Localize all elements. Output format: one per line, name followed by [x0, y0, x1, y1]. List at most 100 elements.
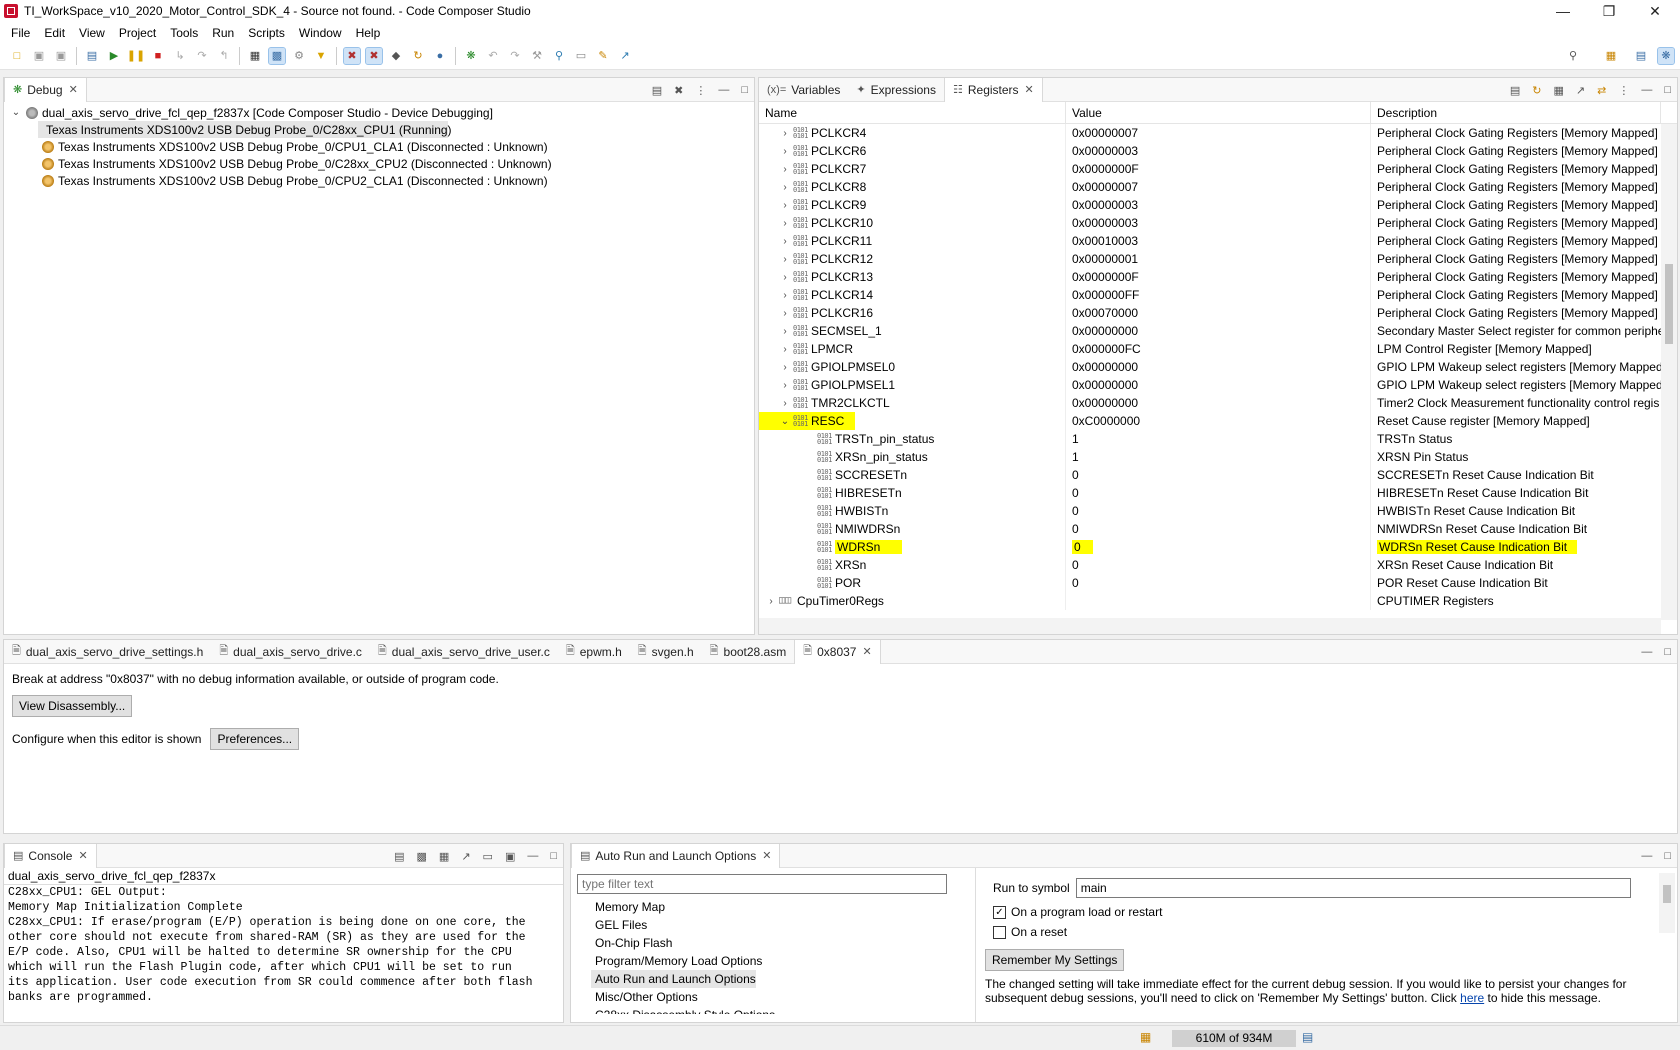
tab-registers[interactable]: ☷ Registers ✕: [943, 78, 1043, 102]
chevron-right-icon[interactable]: ›: [779, 290, 791, 301]
export-icon[interactable]: ↗: [1576, 84, 1585, 97]
word-wrap-icon[interactable]: ▦: [439, 850, 449, 863]
remember-settings-button[interactable]: Remember My Settings: [985, 949, 1125, 971]
sync-icon[interactable]: ⇄: [1597, 84, 1606, 97]
register-row[interactable]: › 0101 0101 PCLKCR14 0x000000FF Peripheral Cl…: [759, 286, 1677, 304]
register-row[interactable]: › 0101 0101 PCLKCR16 0x00070000 Peripheral Cl…: [759, 304, 1677, 322]
minimize-icon[interactable]: —: [527, 850, 538, 862]
register-value[interactable]: 0x00000001: [1066, 250, 1371, 268]
heap-status[interactable]: 610M of 934M: [1172, 1030, 1296, 1047]
view-menu-icon[interactable]: ⋮: [695, 84, 706, 97]
detail-vertical-scrollbar[interactable]: [1659, 873, 1675, 933]
tree-root[interactable]: ⌄ dual_axis_servo_drive_fcl_qep_f2837x […: [4, 104, 754, 121]
new-console-icon[interactable]: ▣: [505, 850, 515, 863]
chevron-right-icon[interactable]: ›: [779, 362, 791, 373]
step-into-icon[interactable]: ↳: [172, 48, 188, 64]
close-icon[interactable]: ✕: [1632, 0, 1678, 22]
options-category-item[interactable]: Memory Map: [571, 898, 975, 916]
register-value[interactable]: 0xC0000000: [1066, 412, 1371, 430]
maximize-icon[interactable]: □: [1664, 850, 1671, 862]
remove-all-icon[interactable]: ✖: [674, 84, 683, 97]
editor-tab[interactable]: 🗎 svgen.h: [630, 640, 702, 664]
register-value[interactable]: 0x00000003: [1066, 214, 1371, 232]
maximize-icon[interactable]: □: [1664, 646, 1671, 658]
reset-icon[interactable]: ⚙: [291, 48, 307, 64]
editor-tab[interactable]: 🗎 epwm.h: [558, 640, 630, 664]
register-value[interactable]: 0: [1066, 556, 1371, 574]
trash-icon[interactable]: ▤: [1302, 1030, 1313, 1044]
editor-tab[interactable]: 🗎 dual_axis_servo_drive.c: [211, 640, 370, 664]
close-icon[interactable]: ✕: [69, 83, 78, 96]
chevron-right-icon[interactable]: ›: [779, 128, 791, 139]
minimize-icon[interactable]: —: [1540, 0, 1586, 22]
chevron-right-icon[interactable]: ›: [779, 254, 791, 265]
register-row[interactable]: › 0101 0101 PCLKCR10 0x00000003 Peripheral Cl…: [759, 214, 1677, 232]
chevron-right-icon[interactable]: ›: [779, 398, 791, 409]
register-value[interactable]: 0x000000FF: [1066, 286, 1371, 304]
tab-debug[interactable]: ❋ Debug ✕: [4, 78, 87, 102]
editor-tab[interactable]: 🗎 dual_axis_servo_drive_settings.h: [4, 640, 211, 664]
register-value[interactable]: 0x0000000F: [1066, 268, 1371, 286]
display-console-icon[interactable]: ▭: [483, 850, 493, 863]
menu-scripts[interactable]: Scripts: [241, 26, 292, 40]
bug-icon[interactable]: ❋: [463, 48, 479, 64]
registers-vertical-scrollbar[interactable]: [1661, 124, 1677, 620]
back-icon[interactable]: ↶: [485, 48, 501, 64]
refresh-icon[interactable]: ↻: [1532, 84, 1541, 97]
register-value[interactable]: 0x00000000: [1066, 394, 1371, 412]
chevron-right-icon[interactable]: ›: [779, 236, 791, 247]
registers-horizontal-scrollbar[interactable]: [759, 618, 1661, 634]
register-value[interactable]: 0x00000000: [1066, 358, 1371, 376]
minimize-icon[interactable]: —: [1641, 646, 1652, 658]
register-row[interactable]: › 0101 0101 PCLKCR4 0x00000007 Peripheral Clo…: [759, 124, 1677, 142]
tab-variables[interactable]: (x)= Variables: [759, 78, 848, 102]
column-value[interactable]: Value: [1066, 102, 1371, 123]
scrollbar-thumb[interactable]: [1665, 264, 1673, 344]
register-row[interactable]: › 0101 0101 SECMSEL_1 0x00000000 Secondary Ma…: [759, 322, 1677, 340]
collapse-all-icon[interactable]: ▤: [1510, 84, 1520, 97]
skip-breakpoints-icon[interactable]: ✖: [365, 47, 383, 65]
register-value[interactable]: 0x00070000: [1066, 304, 1371, 322]
register-row[interactable]: › 0101 0101 PCLKCR11 0x00010003 Peripheral Cl…: [759, 232, 1677, 250]
register-row[interactable]: 0101 0101 HIBRESETn 0 HIBRESETn Reset Cause …: [759, 484, 1677, 502]
options-category-item[interactable]: Misc/Other Options: [571, 988, 975, 1006]
register-value[interactable]: 0: [1066, 520, 1371, 538]
minimize-icon[interactable]: —: [1641, 850, 1652, 862]
column-description[interactable]: Description: [1371, 102, 1661, 123]
tab-expressions[interactable]: ✦ Expressions: [848, 78, 944, 102]
tree-item-cpu1[interactable]: Texas Instruments XDS100v2 USB Debug Pro…: [38, 121, 452, 138]
register-row[interactable]: › 0101 0101 PCLKCR9 0x00000003 Peripheral Clo…: [759, 196, 1677, 214]
on-reset-checkbox[interactable]: [993, 925, 1006, 939]
register-value[interactable]: 0x00000003: [1066, 142, 1371, 160]
register-row[interactable]: › 0101 0101 GPIOLPMSEL0 0x00000000 GPIO LPM W…: [759, 358, 1677, 376]
chevron-right-icon[interactable]: ›: [765, 596, 777, 607]
close-icon[interactable]: ✕: [1025, 83, 1034, 96]
register-value[interactable]: 0: [1066, 484, 1371, 502]
scroll-lock-icon[interactable]: ▩: [417, 850, 427, 863]
ccs-debug-perspective-icon[interactable]: ❋: [1657, 47, 1675, 65]
breakpoint-icon[interactable]: ✖: [343, 47, 361, 65]
close-icon[interactable]: ✕: [862, 645, 871, 658]
register-value[interactable]: 1: [1066, 448, 1371, 466]
register-value[interactable]: 0: [1066, 502, 1371, 520]
refresh-icon[interactable]: ↻: [410, 48, 426, 64]
register-value[interactable]: 0x00000003: [1066, 196, 1371, 214]
resume-icon[interactable]: ▶: [106, 48, 122, 64]
register-value[interactable]: 0: [1066, 538, 1371, 556]
perspective-icon[interactable]: ▦: [1603, 48, 1619, 64]
search-icon[interactable]: ⚲: [1565, 48, 1581, 64]
chevron-right-icon[interactable]: ›: [779, 218, 791, 229]
options-category-item[interactable]: On-Chip Flash: [571, 934, 975, 952]
register-value[interactable]: 0: [1066, 466, 1371, 484]
menu-file[interactable]: File: [4, 26, 37, 40]
chevron-down-icon[interactable]: ⌄: [10, 107, 22, 118]
save-all-icon[interactable]: ▣: [53, 48, 69, 64]
pin-icon[interactable]: ✎: [595, 48, 611, 64]
preferences-button[interactable]: Preferences...: [210, 728, 300, 750]
register-row[interactable]: › 0101 0101 PCLKCR13 0x0000000F Peripheral Cl…: [759, 268, 1677, 286]
menu-run[interactable]: Run: [205, 26, 241, 40]
chevron-right-icon[interactable]: ›: [779, 182, 791, 193]
register-row[interactable]: › ◫◫ CpuTimer0Regs CPUTIMER Registers: [759, 592, 1677, 610]
tab-autorun[interactable]: ▤ Auto Run and Launch Options ✕: [571, 844, 781, 868]
connect-target-icon[interactable]: ◆: [388, 48, 404, 64]
